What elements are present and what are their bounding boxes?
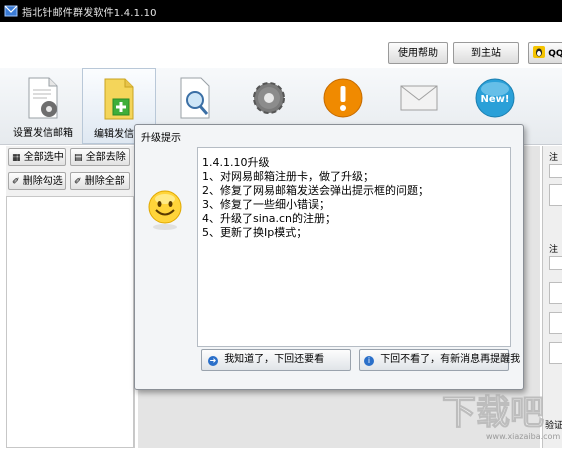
release-note-item: 3、修复了一些细小错误； xyxy=(202,198,330,211)
tool-label: 设置发信邮箱 xyxy=(13,128,73,139)
dialog-title: 升级提示 xyxy=(141,133,181,144)
delete-all-button[interactable]: ✐ 删除全部 xyxy=(70,172,130,190)
deselect-all-button[interactable]: ▤ 全部去除 xyxy=(70,148,130,166)
remind-later-button[interactable]: ➜ 我知道了，下回还要看 xyxy=(201,349,351,371)
info-icon: i xyxy=(364,356,374,366)
deselect-all-label: 全部去除 xyxy=(85,152,126,163)
select-all-label: 全部选中 xyxy=(23,152,64,163)
title-bar: 指北针邮件群发软件1.4.1.10 xyxy=(0,0,562,22)
select-all-button[interactable]: ▦ 全部选中 xyxy=(8,148,66,166)
delete-checked-button[interactable]: ✐ 删除勾选 xyxy=(8,172,66,190)
qq-button[interactable]: QQ xyxy=(528,42,562,64)
smiley-icon xyxy=(148,190,182,230)
right-field-4[interactable] xyxy=(549,282,562,304)
release-note-item: 4、升级了sina.cn的注册； xyxy=(202,212,337,225)
document-gear-icon xyxy=(28,77,58,119)
right-field-1[interactable] xyxy=(549,164,562,178)
right-field-6[interactable] xyxy=(549,342,562,364)
eraser-icon: ✐ xyxy=(12,177,20,187)
right-label-2: 注 xyxy=(549,245,559,255)
eraser-icon: ✐ xyxy=(74,177,82,187)
document-add-icon xyxy=(104,78,134,120)
remind-later-label: 我知道了，下回还要看 xyxy=(224,354,325,365)
right-field-5[interactable] xyxy=(549,312,562,334)
help-button[interactable]: 使用帮助 xyxy=(388,42,448,64)
qq-label: QQ xyxy=(548,49,562,59)
app-icon xyxy=(4,5,18,17)
watermark-url: www.xiazaiba.com xyxy=(486,432,561,441)
left-panel: ▦ 全部选中 ▤ 全部去除 ✐ 删除勾选 ✐ 删除全部 xyxy=(6,146,135,448)
document-search-icon xyxy=(180,77,210,119)
window-title: 指北针邮件群发软件1.4.1.10 xyxy=(22,8,157,19)
delete-checked-label: 删除勾选 xyxy=(22,176,63,187)
release-version: 1.4.1.10升级 xyxy=(202,156,270,169)
release-note-item: 1、对网易邮箱注册卡，做了升级； xyxy=(202,170,374,183)
gear-icon xyxy=(253,82,285,114)
dont-show-label: 下回不看了，有新消息再提醒我 xyxy=(380,354,521,365)
envelope-icon xyxy=(400,85,438,111)
warning-icon xyxy=(323,78,363,118)
qq-icon xyxy=(533,46,545,58)
deselect-all-icon: ▤ xyxy=(74,153,83,163)
right-field-3[interactable] xyxy=(549,256,562,270)
main-site-button[interactable]: 到主站 xyxy=(453,42,519,64)
svg-text:New!: New! xyxy=(481,94,510,105)
select-all-icon: ▦ xyxy=(12,153,21,163)
release-note-item: 2、修复了网易邮箱发送会弹出提示框的问题； xyxy=(202,184,429,197)
new-badge-icon: New! xyxy=(475,78,515,118)
release-note-item: 5、更新了换Ip模式； xyxy=(202,226,308,239)
svg-text:下载吧: 下载吧 xyxy=(442,393,544,433)
mailbox-list[interactable] xyxy=(6,196,134,448)
release-notes[interactable]: 1.4.1.10升级 1、对网易邮箱注册卡，做了升级； 2、修复了网易邮箱发送会… xyxy=(197,147,511,347)
delete-all-label: 删除全部 xyxy=(84,176,125,187)
right-label-1: 注 xyxy=(549,153,559,163)
arrow-right-icon: ➜ xyxy=(208,356,218,366)
dont-show-button[interactable]: i 下回不看了，有新消息再提醒我 xyxy=(359,349,520,371)
watermark: 下载吧 www.xiazaiba.com xyxy=(436,386,561,446)
upgrade-dialog: 升级提示 1.4.1.10升级 1、对网易邮箱注册卡，做了升级； 2、修复了网易… xyxy=(134,124,524,390)
tool-setup-mailbox[interactable]: 设置发信邮箱 xyxy=(6,68,80,144)
right-field-2[interactable] xyxy=(549,184,562,206)
